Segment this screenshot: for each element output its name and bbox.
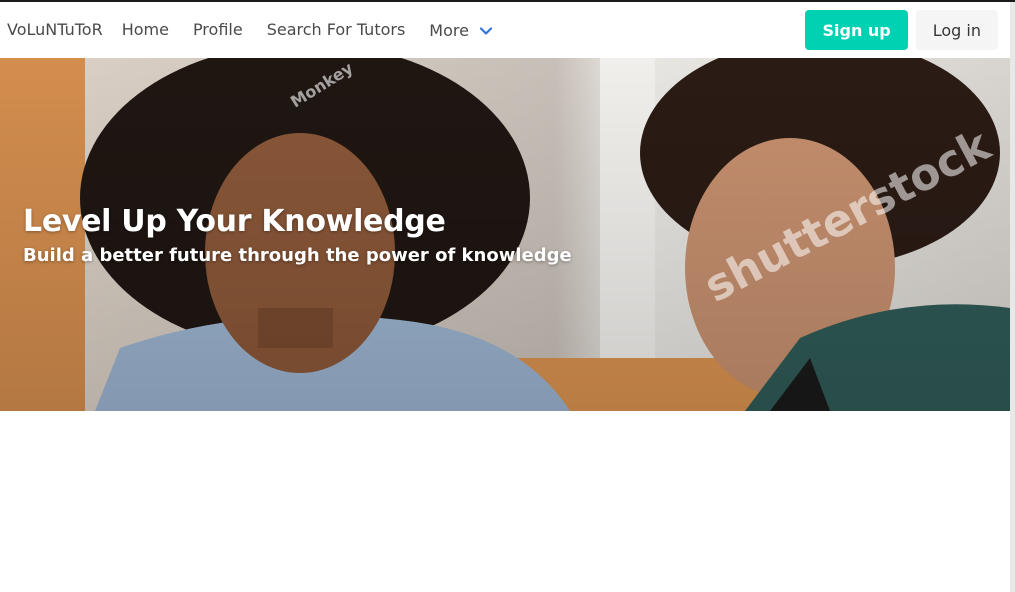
nav-home[interactable]: Home — [110, 2, 181, 58]
hero-title: Level Up Your Knowledge — [23, 204, 446, 239]
nav-more-label: More — [429, 20, 469, 40]
chevron-down-icon — [479, 23, 493, 37]
log-in-button[interactable]: Log in — [915, 10, 998, 50]
nav-search-for-tutors[interactable]: Search For Tutors — [255, 2, 418, 58]
brand-logo[interactable]: VoLuNTuToR — [0, 2, 110, 58]
hero-banner: shutterstock Monkey Level Up Your Knowle… — [0, 58, 1010, 411]
nav-profile[interactable]: Profile — [181, 2, 255, 58]
nav-more-dropdown[interactable]: More — [417, 21, 505, 40]
sign-up-button[interactable]: Sign up — [805, 10, 908, 50]
hero-subtitle: Build a better future through the power … — [23, 245, 572, 266]
navbar: VoLuNTuToR Home Profile Search For Tutor… — [0, 2, 1010, 58]
hero-text: Level Up Your Knowledge Build a better f… — [23, 204, 572, 266]
window-edge — [1010, 0, 1015, 592]
nav-end: Sign up Log in — [805, 10, 998, 50]
